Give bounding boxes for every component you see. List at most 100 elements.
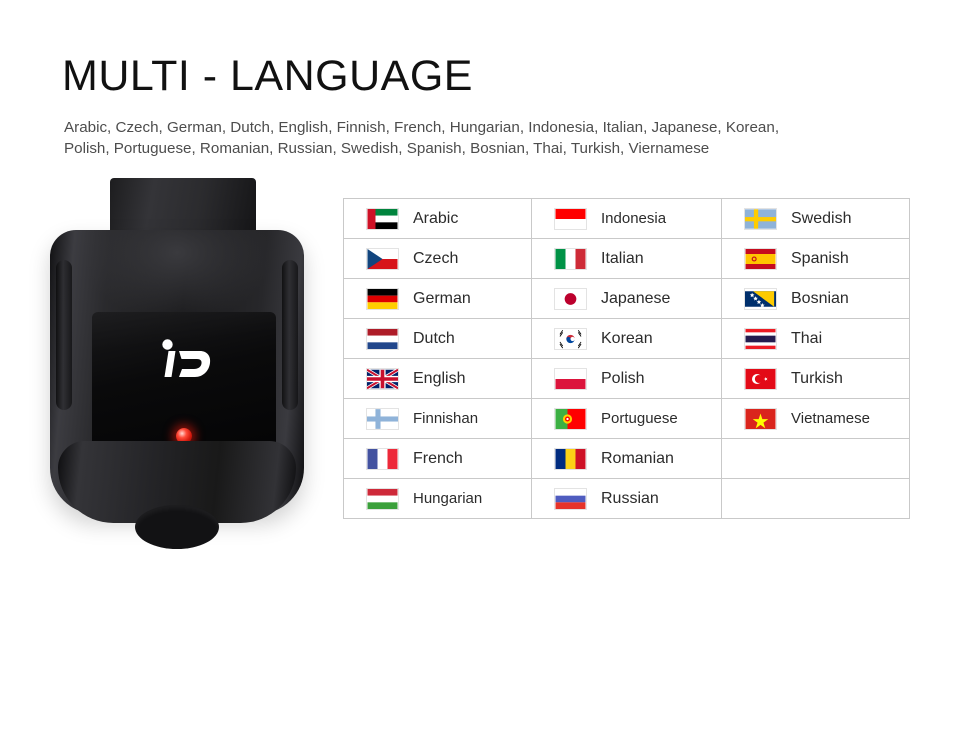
language-cell-content: Romanian [554, 447, 721, 470]
supported-languages-table: Arabic Indonesia Swedish Czech Italian Spanis… [343, 198, 910, 519]
flag-cz-icon [366, 247, 399, 270]
language-cell-empty [721, 478, 910, 519]
language-name-label: French [413, 449, 463, 467]
language-cell[interactable]: French [343, 438, 532, 479]
language-name-label: Czech [413, 249, 459, 267]
language-list-subtitle: Arabic, Czech, German, Dutch, English, F… [64, 117, 864, 159]
language-cell[interactable]: Thai [721, 318, 910, 359]
language-cell[interactable]: Korean [531, 318, 722, 359]
language-cell-content: Spanish [744, 247, 909, 270]
flag-pl-icon [554, 367, 587, 390]
language-table-row: Arabic Indonesia Swedish [343, 198, 910, 239]
flag-ba-icon [744, 287, 777, 310]
language-cell-content: Hungarian [366, 487, 531, 510]
language-name-label: Arabic [413, 209, 459, 227]
language-cell-content: Russian [554, 487, 721, 510]
language-table-row: Hungarian Russian [343, 478, 910, 519]
language-cell[interactable]: German [343, 278, 532, 319]
language-cell-content: Thai [744, 327, 909, 350]
flag-fr-icon [366, 447, 399, 470]
language-cell[interactable]: Portuguese [531, 398, 722, 439]
device-product-image: E1 [38, 172, 328, 549]
language-cell-content: Bosnian [744, 287, 909, 310]
language-cell-content: Polish [554, 367, 721, 390]
device-grip-right [282, 260, 298, 410]
language-cell[interactable]: Japanese [531, 278, 722, 319]
language-name-label: Finnishan [413, 410, 479, 427]
language-table-row: French Romanian [343, 438, 910, 479]
language-cell-content: French [366, 447, 531, 470]
language-cell-content: Czech [366, 247, 531, 270]
language-name-label: Thai [791, 329, 823, 347]
language-name-label: Indonesia [601, 210, 667, 227]
language-table-row: Czech Italian Spanish [343, 238, 910, 279]
language-name-label: Russian [601, 489, 659, 507]
language-cell[interactable]: Dutch [343, 318, 532, 359]
language-cell-content: Vietnamese [744, 407, 909, 430]
language-table-row: Dutch Korean Thai [343, 318, 910, 359]
language-cell[interactable]: Arabic [343, 198, 532, 239]
language-cell-content: English [366, 367, 531, 390]
language-cell[interactable]: English [343, 358, 532, 399]
language-cell-content: Finnishan [366, 407, 531, 430]
flag-jp-icon [554, 287, 587, 310]
flag-th-icon [744, 327, 777, 350]
language-cell[interactable]: Finnishan [343, 398, 532, 439]
language-cell[interactable]: Hungarian [343, 478, 532, 519]
language-name-label: Polish [601, 369, 645, 387]
language-cell-content: Dutch [366, 327, 531, 350]
flag-tr-icon [744, 367, 777, 390]
flag-id-icon [554, 207, 587, 230]
language-name-label: Turkish [791, 369, 843, 387]
language-name-label: Swedish [791, 209, 852, 227]
language-cell[interactable]: Turkish [721, 358, 910, 399]
language-name-label: English [413, 369, 466, 387]
flag-se-icon [744, 207, 777, 230]
language-table-row: Finnishan Portuguese Vietnamese [343, 398, 910, 439]
flag-hu-icon [366, 487, 399, 510]
subtitle-line-1: Arabic, Czech, German, Dutch, English, F… [64, 119, 780, 136]
language-name-label: Vietnamese [791, 410, 870, 427]
flag-fi-icon [366, 407, 399, 430]
language-cell-content: Korean [554, 327, 721, 350]
language-cell[interactable]: Romanian [531, 438, 722, 479]
language-cell[interactable]: Swedish [721, 198, 910, 239]
language-cell-content [744, 488, 909, 510]
language-table-row: German Japanese Bosnian [343, 278, 910, 319]
language-cell[interactable]: Bosnian [721, 278, 910, 319]
device-grip-left [56, 260, 72, 410]
language-cell[interactable]: Polish [531, 358, 722, 399]
language-cell-content: Swedish [744, 207, 909, 230]
language-name-label: Bosnian [791, 289, 849, 307]
language-table-row: English Polish Turkish [343, 358, 910, 399]
language-cell-content: Turkish [744, 367, 909, 390]
subtitle-line-2: Polish, Portuguese, Romanian, Russian, S… [64, 140, 710, 157]
language-name-label: Korean [601, 329, 653, 347]
language-table-body: Arabic Indonesia Swedish Czech Italian Spanis… [343, 198, 910, 519]
language-name-label: Portuguese [601, 410, 678, 427]
flag-de-icon [366, 287, 399, 310]
flag-it-icon [554, 247, 587, 270]
language-cell[interactable]: Czech [343, 238, 532, 279]
language-cell-content: Portuguese [554, 407, 721, 430]
language-cell[interactable]: Italian [531, 238, 722, 279]
language-name-label: Italian [601, 249, 644, 267]
language-cell[interactable]: Indonesia [531, 198, 722, 239]
language-name-label: Spanish [791, 249, 849, 267]
language-cell-content: German [366, 287, 531, 310]
language-cell[interactable]: Spanish [721, 238, 910, 279]
flag-ro-icon [554, 447, 587, 470]
page-title: MULTI - LANGUAGE [62, 52, 473, 100]
device-base-foot [58, 441, 296, 549]
flag-es-icon [744, 247, 777, 270]
language-cell[interactable]: Russian [531, 478, 722, 519]
language-cell-content: Indonesia [554, 207, 721, 230]
language-name-label: Japanese [601, 289, 671, 307]
language-name-label: Romanian [601, 449, 674, 467]
flag-nl-icon [366, 327, 399, 350]
language-cell[interactable]: Vietnamese [721, 398, 910, 439]
language-name-label: Dutch [413, 329, 455, 347]
flag-pt-icon [554, 407, 587, 430]
language-cell-content [744, 448, 909, 470]
flag-vn-icon [744, 407, 777, 430]
